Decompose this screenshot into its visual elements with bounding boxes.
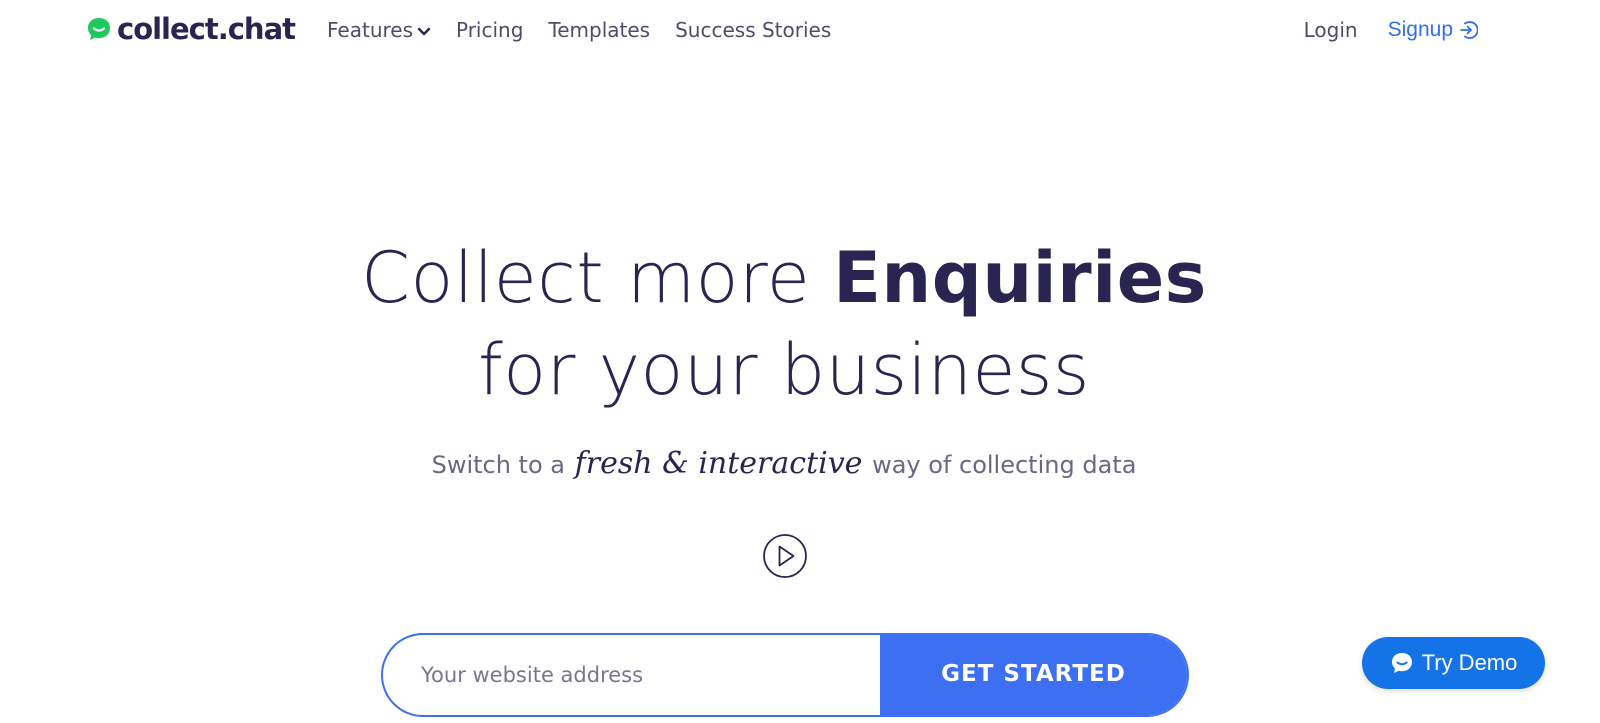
nav-item-pricing[interactable]: Pricing [456,18,523,42]
website-signup-form: GET STARTED [381,633,1189,717]
website-address-input[interactable] [383,635,880,715]
page: collect.chat Features Pricing Templates … [0,0,1600,723]
hero-title-light: Collect more [361,237,811,319]
play-circle-icon[interactable] [762,533,808,579]
nav-item-templates[interactable]: Templates [548,18,650,42]
brand-logo[interactable]: collect.chat [86,10,296,48]
site-header: collect.chat Features Pricing Templates … [0,0,1600,62]
nav-item-label: Features [327,18,413,42]
subtitle-script-text: fresh & interactive [574,446,863,481]
main-nav: Features Pricing Templates Success Stori… [327,16,856,44]
signup-label: Signup [1387,18,1453,41]
chat-bubble-icon [1391,653,1412,673]
subtitle-prefix: Switch to a [431,451,565,479]
hero-subtitle: Switch to a fresh & interactive way of c… [0,446,1568,481]
nav-item-label: Templates [548,18,651,42]
brand-name: collect.chat [117,12,296,46]
hero-title-line2: for your business [478,329,1090,411]
nav-item-success-stories[interactable]: Success Stories [675,18,831,42]
chevron-down-icon [417,27,431,35]
login-link[interactable]: Login [1304,18,1358,42]
auth-links: Login Signup [1304,16,1478,44]
get-started-button[interactable]: GET STARTED [880,635,1187,715]
hero-title: Collect more Enquiries for your business [0,232,1568,416]
try-demo-button[interactable]: Try Demo [1362,637,1545,689]
sign-in-arrow-icon [1460,21,1478,39]
chat-bubble-logo-icon [88,18,110,40]
try-demo-label: Try Demo [1421,650,1518,675]
nav-item-label: Pricing [456,18,524,42]
subtitle-suffix: way of collecting data [872,451,1137,479]
hero-title-bold: Enquiries [833,237,1207,319]
nav-item-label: Success Stories [675,18,832,42]
signup-link[interactable]: Signup [1388,18,1478,42]
nav-item-features[interactable]: Features [327,18,431,42]
